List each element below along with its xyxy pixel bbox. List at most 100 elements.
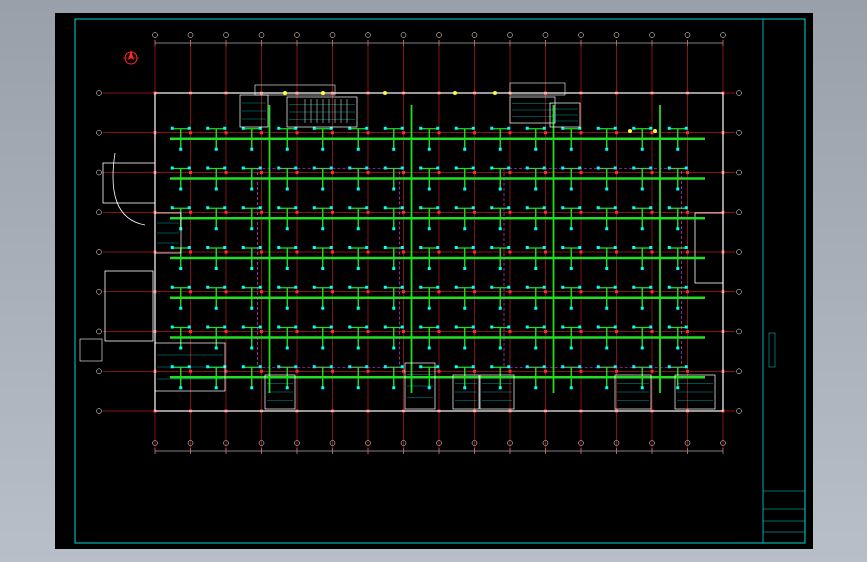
column-marker [224, 290, 228, 294]
diffuser [525, 126, 529, 130]
column-marker [650, 250, 654, 254]
column-marker [295, 250, 299, 254]
diffuser [241, 285, 245, 289]
diffuser [525, 285, 529, 289]
diffuser [649, 365, 653, 369]
column-marker [650, 210, 654, 214]
diffuser [250, 267, 254, 270]
diffuser [605, 306, 609, 310]
column-marker [544, 330, 547, 333]
annex-wall [102, 162, 156, 204]
column-marker [437, 250, 441, 254]
diffuser [542, 285, 546, 289]
diffuser [206, 246, 210, 249]
diffuser [471, 285, 475, 289]
diffuser [419, 166, 423, 170]
diffuser [329, 166, 333, 170]
diffuser [667, 365, 671, 369]
diffuser [419, 246, 423, 249]
axis-bubble [507, 32, 513, 38]
cad-viewport[interactable] [0, 0, 867, 562]
column-marker [366, 210, 370, 214]
diffuser [329, 246, 333, 249]
diffuser [649, 126, 653, 130]
diffuser [676, 147, 680, 151]
column-marker [331, 171, 334, 174]
diffuser [471, 206, 475, 210]
column-marker [508, 290, 512, 294]
column-marker [189, 250, 192, 254]
diffuser [684, 325, 688, 329]
diffuser [179, 267, 183, 270]
diffuser [187, 365, 191, 369]
valve-marker [453, 91, 457, 95]
diffuser [206, 126, 210, 130]
diffuser [250, 147, 254, 151]
diffuser [392, 386, 396, 390]
column-marker [544, 171, 547, 174]
axis-bubble [736, 90, 742, 96]
diffuser [534, 187, 538, 191]
column-marker [402, 330, 405, 333]
column-marker [615, 290, 618, 294]
diffuser [507, 285, 511, 289]
diffuser [214, 386, 218, 390]
diffuser [427, 386, 431, 390]
diffuser [348, 325, 352, 329]
diffuser [542, 365, 546, 369]
diffuser [294, 246, 298, 249]
diffuser [321, 187, 325, 191]
column-marker [686, 330, 689, 333]
diffuser [348, 285, 352, 289]
axis-bubble [96, 289, 102, 295]
diffuser [365, 365, 369, 369]
diffuser [170, 365, 174, 369]
column-marker [331, 330, 334, 333]
diffuser [419, 126, 423, 130]
column-marker [437, 210, 441, 214]
diffuser [312, 325, 316, 329]
diffuser [285, 187, 289, 191]
diffuser [427, 267, 431, 270]
diffuser [507, 126, 511, 130]
valve-marker [628, 129, 632, 133]
axis-bubble [96, 328, 102, 335]
diffuser [490, 365, 494, 369]
diffuser [676, 306, 680, 310]
axis-bubble [736, 408, 742, 414]
diffuser [561, 285, 565, 289]
column-marker [366, 369, 370, 373]
diffuser [632, 126, 636, 130]
axis-bubble [736, 368, 742, 374]
diffuser [534, 147, 538, 151]
diffuser [569, 346, 573, 350]
diffuser [356, 346, 360, 350]
column-marker [366, 290, 370, 294]
diffuser [436, 285, 440, 289]
column-marker [615, 250, 618, 254]
diffuser [640, 267, 644, 270]
diffuser [605, 346, 609, 350]
axis-bubble [471, 32, 478, 38]
diffuser [605, 267, 609, 270]
diffuser [498, 306, 502, 310]
column-marker [686, 131, 689, 135]
column-marker [473, 171, 476, 174]
column-marker [686, 290, 689, 294]
diffuser [321, 267, 325, 270]
diffuser [667, 166, 671, 170]
diffuser [490, 246, 494, 249]
diffuser [258, 285, 262, 289]
north-arrow-icon [123, 50, 139, 65]
diffuser [454, 166, 458, 170]
diffuser [613, 246, 617, 249]
diffuser [596, 365, 600, 369]
diffuser [365, 126, 369, 130]
column-marker [508, 171, 512, 174]
column-marker [260, 171, 263, 174]
diffuser [241, 166, 245, 170]
axis-bubble [542, 32, 549, 38]
axis-bubble [294, 32, 300, 38]
diffuser [179, 306, 183, 310]
column-marker [366, 131, 370, 135]
